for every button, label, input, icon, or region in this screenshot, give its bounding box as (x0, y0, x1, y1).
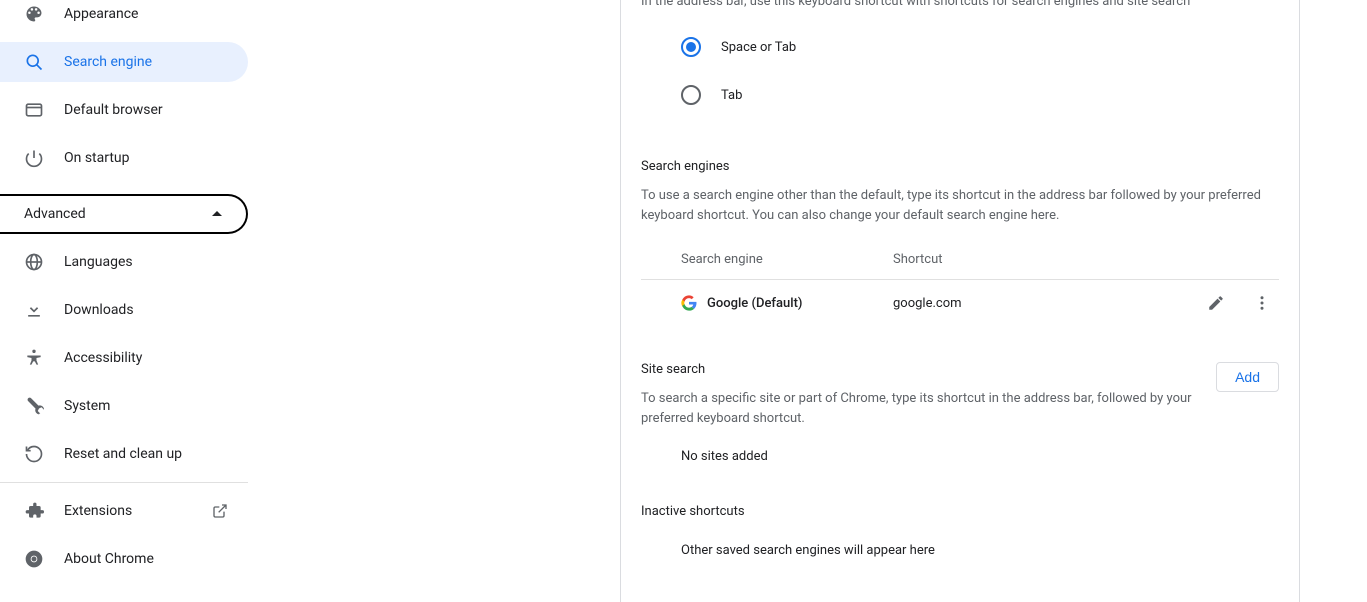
sidebar-item-label: Reset and clean up (64, 446, 248, 462)
sidebar-item-about[interactable]: About Chrome (0, 539, 248, 579)
site-search-desc: To search a specific site or part of Chr… (641, 389, 1196, 429)
accessibility-icon (24, 348, 44, 368)
restore-icon (24, 444, 44, 464)
engine-shortcut: google.com (893, 296, 1207, 311)
column-header-engine: Search engine (681, 252, 893, 267)
column-header-shortcut: Shortcut (893, 252, 1279, 267)
sidebar-advanced-toggle[interactable]: Advanced (0, 194, 248, 234)
chrome-icon (24, 549, 44, 569)
site-search-empty: No sites added (641, 437, 1279, 476)
inactive-shortcuts-title: Inactive shortcuts (641, 504, 1279, 519)
settings-content: In the address bar, use this keyboard sh… (620, 0, 1300, 602)
sidebar-item-reset[interactable]: Reset and clean up (0, 434, 248, 474)
open-in-new-icon (212, 503, 228, 519)
sidebar-divider (0, 482, 248, 483)
power-icon (24, 148, 44, 168)
radio-label: Tab (721, 88, 742, 103)
radio-selected-icon (681, 37, 701, 57)
engine-name: Google (Default) (707, 296, 893, 311)
download-icon (24, 300, 44, 320)
more-vert-icon[interactable] (1253, 294, 1271, 312)
sidebar-item-extensions[interactable]: Extensions (0, 491, 248, 531)
sidebar-item-system[interactable]: System (0, 386, 248, 426)
search-icon (24, 52, 44, 72)
sidebar-item-label: Search engine (64, 54, 248, 70)
sidebar-item-languages[interactable]: Languages (0, 242, 248, 282)
edit-icon[interactable] (1207, 294, 1225, 312)
sidebar-item-label: About Chrome (64, 551, 248, 567)
sidebar-item-label: Appearance (64, 6, 248, 22)
google-favicon (681, 295, 697, 311)
sidebar-item-label: Languages (64, 254, 248, 270)
globe-icon (24, 252, 44, 272)
shortcut-section-desc: In the address bar, use this keyboard sh… (641, 0, 1279, 9)
sidebar-item-label: Default browser (64, 102, 248, 118)
radio-tab[interactable]: Tab (641, 71, 1279, 119)
search-engines-table-header: Search engine Shortcut (641, 240, 1279, 280)
sidebar-item-search-engine[interactable]: Search engine (0, 42, 248, 82)
wrench-icon (24, 396, 44, 416)
sidebar-item-appearance[interactable]: Appearance (0, 0, 248, 34)
chevron-up-icon (212, 209, 222, 219)
settings-sidebar: Appearance Search engine Default browser… (0, 0, 248, 602)
search-engines-desc: To use a search engine other than the de… (641, 186, 1279, 226)
sidebar-item-default-browser[interactable]: Default browser (0, 90, 248, 130)
sidebar-item-label: Extensions (64, 503, 212, 519)
add-button[interactable]: Add (1216, 362, 1279, 392)
extension-icon (24, 501, 44, 521)
sidebar-item-label: On startup (64, 150, 248, 166)
radio-unselected-icon (681, 85, 701, 105)
search-engines-title: Search engines (641, 159, 1279, 174)
sidebar-item-label: Downloads (64, 302, 248, 318)
advanced-label: Advanced (24, 206, 86, 222)
sidebar-item-label: System (64, 398, 248, 414)
site-search-title: Site search (641, 362, 1196, 377)
radio-label: Space or Tab (721, 40, 796, 55)
sidebar-item-label: Accessibility (64, 350, 248, 366)
sidebar-item-downloads[interactable]: Downloads (0, 290, 248, 330)
sidebar-item-accessibility[interactable]: Accessibility (0, 338, 248, 378)
inactive-shortcuts-empty: Other saved search engines will appear h… (641, 531, 1279, 570)
browser-icon (24, 100, 44, 120)
palette-icon (24, 4, 44, 24)
radio-space-or-tab[interactable]: Space or Tab (641, 23, 1279, 71)
search-engine-row-google: Google (Default) google.com (641, 280, 1279, 326)
sidebar-item-on-startup[interactable]: On startup (0, 138, 248, 178)
